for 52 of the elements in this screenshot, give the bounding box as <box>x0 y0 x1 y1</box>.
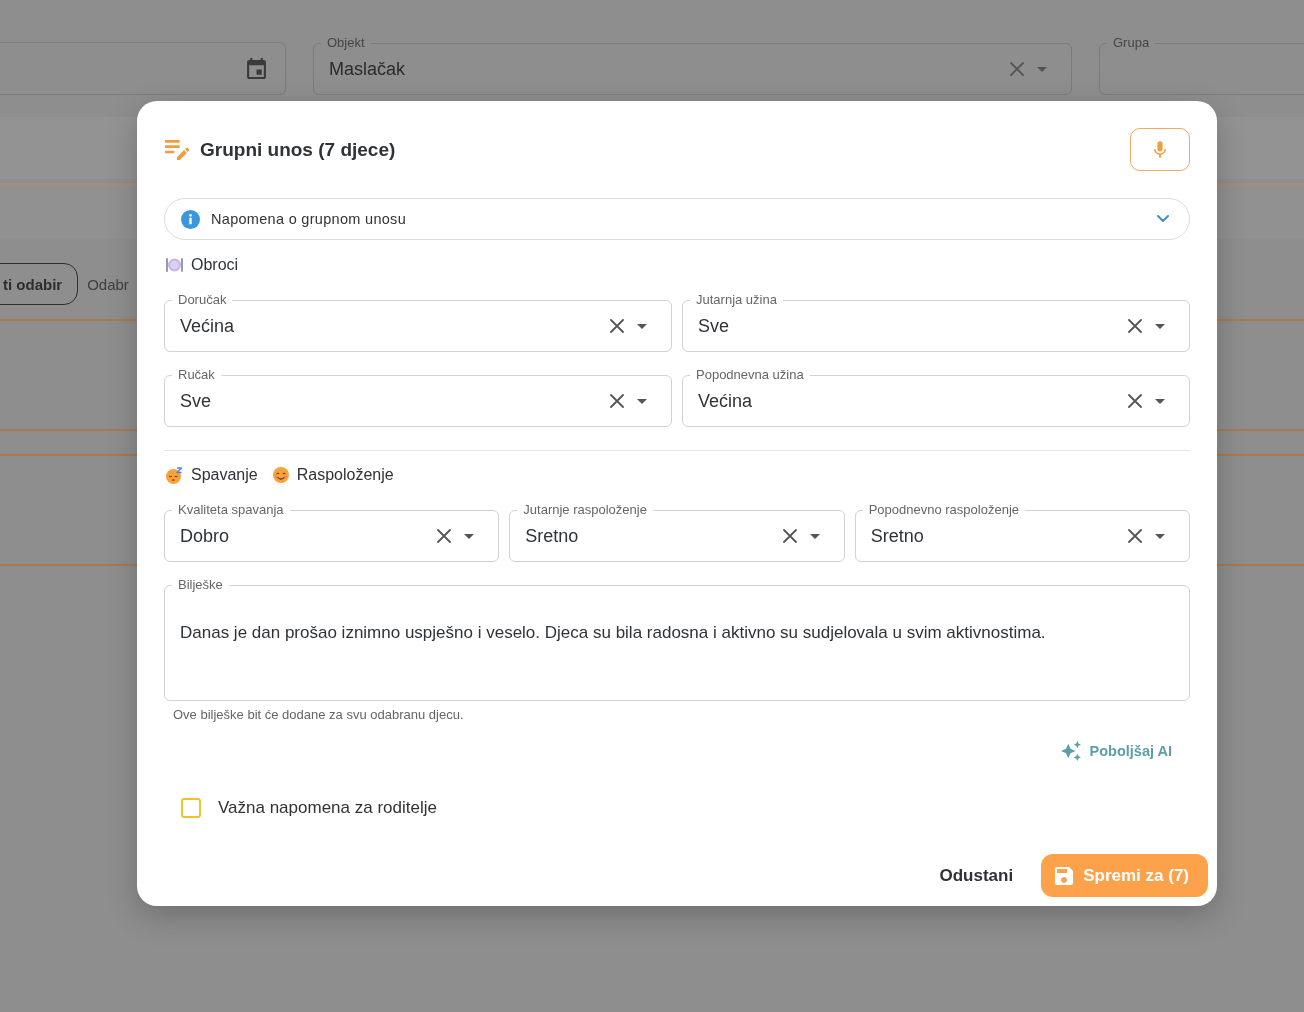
chevron-icon[interactable] <box>1157 215 1169 223</box>
caret-icon[interactable] <box>1155 533 1165 539</box>
field-label: Popodnevno raspoloženje <box>862 502 1025 518</box>
caret-icon[interactable] <box>637 398 647 404</box>
date-field[interactable] <box>0 42 286 95</box>
caret-icon[interactable] <box>464 533 475 539</box>
selected-value: Maslačak <box>329 59 406 79</box>
notes-text: Danas je dan prošao iznimno uspješno i veselo. Djeca su bila radosna i aktivno su sudjelovala u svim aktivnostima. <box>180 622 1047 644</box>
cancel-button[interactable]: Odustani <box>931 854 1022 897</box>
section-heading: Spavanje <box>191 466 258 484</box>
calendar-icon[interactable] <box>247 58 266 79</box>
clear-icon[interactable] <box>610 394 624 408</box>
clear-icon[interactable] <box>1128 529 1142 543</box>
selected-value: Sve <box>180 391 212 411</box>
clear-icon[interactable] <box>782 529 797 543</box>
microphone-icon <box>1154 141 1166 158</box>
selected-value: Dobro <box>180 526 230 546</box>
field-label: Objekt <box>321 35 371 51</box>
selected-value: Sretno <box>870 526 924 546</box>
checkbox-label[interactable]: Važna napomena za roditelje <box>218 798 437 818</box>
plate-icon <box>166 257 183 273</box>
list-pencil-icon <box>165 139 189 160</box>
clear-icon[interactable] <box>1128 394 1142 408</box>
clear-icon[interactable] <box>610 319 624 333</box>
field-label: Bilješke <box>172 577 229 593</box>
section-heading: Raspoloženje <box>296 466 394 484</box>
field-label: Grupa <box>1107 35 1156 51</box>
dialog-title: Grupni unos (7 djece) <box>200 138 396 161</box>
selected-value: Većina <box>698 391 753 411</box>
helper-text: Ove bilješke bit će dodane za svu odabranu djecu. <box>172 707 464 723</box>
caret-icon[interactable] <box>1155 323 1165 329</box>
field-label: Jutarnja užina <box>690 292 783 308</box>
caret-icon[interactable] <box>637 323 647 329</box>
selected-value: Sve <box>698 316 730 336</box>
selected-value: Sretno <box>525 526 579 546</box>
save-icon <box>1055 866 1074 885</box>
clear-icon[interactable] <box>437 529 452 543</box>
caret-icon[interactable] <box>1155 398 1165 404</box>
clear-icon[interactable] <box>1128 319 1142 333</box>
field-label: Jutarnje raspoloženje <box>517 502 653 518</box>
smiling-face-icon <box>272 467 289 483</box>
sleeping-face-icon <box>166 466 183 484</box>
status-text: Odabr <box>87 275 129 293</box>
outlined-button[interactable]: ti odabir <box>0 263 79 305</box>
section-heading: Obroci <box>191 256 239 274</box>
sparkle-icon <box>1060 741 1081 761</box>
field-label: Popodnevna užina <box>690 367 810 383</box>
info-icon <box>181 209 200 229</box>
selected-value: Većina <box>180 316 235 336</box>
caret-icon[interactable] <box>809 533 820 539</box>
field-label: Kvaliteta spavanja <box>172 502 290 518</box>
checkbox[interactable] <box>181 798 201 818</box>
